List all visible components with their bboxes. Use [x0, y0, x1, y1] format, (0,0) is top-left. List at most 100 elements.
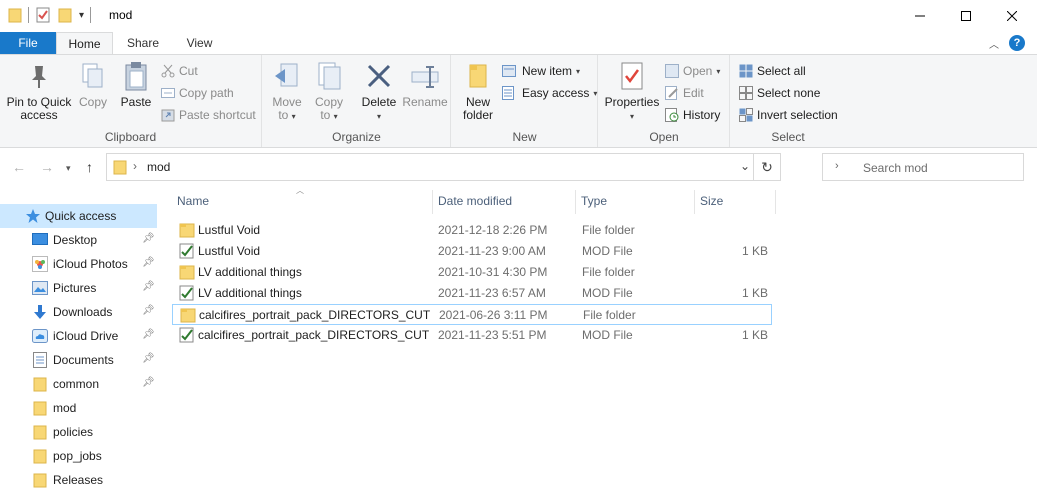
- forward-arrow-icon[interactable]: →: [40, 159, 54, 175]
- close-button[interactable]: [989, 0, 1035, 32]
- nav-item-pictures[interactable]: Pictures 📌︎: [0, 276, 157, 300]
- open-button[interactable]: Open ▾: [665, 61, 720, 81]
- address-dropdown-icon[interactable]: ⌄: [740, 159, 750, 173]
- properties-button[interactable]: Properties ▾: [603, 59, 661, 123]
- recent-locations-icon[interactable]: ▾: [66, 163, 71, 174]
- up-arrow-icon[interactable]: ↑: [86, 159, 93, 175]
- column-header-date[interactable]: Date modified: [433, 188, 575, 214]
- open-icon: [665, 64, 679, 78]
- photos-icon: [32, 256, 48, 272]
- history-button[interactable]: History: [665, 105, 720, 125]
- nav-item-quick-access[interactable]: Quick access: [0, 204, 157, 228]
- tab-share[interactable]: Share: [113, 32, 173, 54]
- customize-toolbar-icon[interactable]: ▾: [79, 10, 84, 21]
- select-all-label: Select all: [757, 64, 806, 78]
- file-row[interactable]: LV additional things 2021-10-31 4:30 PM …: [172, 262, 772, 283]
- delete-button[interactable]: Delete ▾: [359, 59, 399, 123]
- pin-to-quick-access-button[interactable]: Pin to Quick access: [4, 59, 74, 122]
- rename-label: Rename: [402, 95, 448, 109]
- select-group-label: Select: [771, 130, 805, 144]
- file-name: LV additional things: [198, 265, 302, 279]
- new-folder-button[interactable]: New folder: [460, 59, 496, 122]
- delete-icon: [367, 64, 391, 88]
- paste-button[interactable]: Paste: [116, 59, 156, 109]
- file-name: calcifires_portrait_pack_DIRECTORS_CUT: [198, 328, 430, 342]
- scissors-icon: [161, 64, 175, 78]
- edit-button[interactable]: Edit: [665, 83, 704, 103]
- nav-item-desktop[interactable]: Desktop 📌︎: [0, 228, 157, 252]
- invert-selection-label: Invert selection: [757, 108, 838, 122]
- mod-file-icon: [179, 327, 194, 343]
- back-arrow-icon[interactable]: ←: [12, 159, 26, 175]
- minimize-button[interactable]: [897, 0, 943, 32]
- column-divider[interactable]: [775, 190, 776, 214]
- clipboard-group: Pin to Quick access Copy Paste Cut Copy …: [0, 55, 262, 147]
- file-type: File folder: [583, 308, 636, 322]
- select-all-icon: [739, 64, 753, 78]
- maximize-button[interactable]: [943, 0, 989, 32]
- file-date: 2021-06-26 3:11 PM: [439, 308, 548, 322]
- nav-item-documents[interactable]: Documents 📌︎: [0, 348, 157, 372]
- organize-group: Move to ▾ Copy to ▾ Delete ▾ Rename Orga…: [263, 55, 451, 147]
- new-item-button[interactable]: New item ▾: [502, 61, 580, 81]
- rename-button[interactable]: Rename: [401, 59, 449, 109]
- select-all-button[interactable]: Select all: [739, 61, 806, 81]
- invert-selection-button[interactable]: Invert selection: [739, 105, 838, 125]
- ribbon: Pin to Quick access Copy Paste Cut Copy …: [0, 54, 1037, 148]
- new-item-label: New item: [522, 64, 573, 78]
- column-header-size[interactable]: Size: [695, 188, 775, 214]
- copy-label: Copy: [78, 95, 107, 109]
- column-header-name[interactable]: Name: [172, 188, 432, 214]
- breadcrumb-mod[interactable]: mod: [147, 160, 170, 174]
- folder-icon: [8, 8, 22, 23]
- collapse-ribbon-icon[interactable]: ︿: [989, 36, 999, 51]
- search-box[interactable]: › Search mod: [822, 153, 1024, 181]
- delete-label: Delete: [361, 95, 397, 109]
- help-icon[interactable]: ?: [1009, 35, 1025, 51]
- divider: [28, 7, 29, 23]
- tab-file[interactable]: File: [0, 32, 56, 54]
- nav-item-common[interactable]: common 📌︎: [0, 372, 157, 396]
- cut-button[interactable]: Cut: [161, 61, 198, 81]
- pin-icon: 📌︎: [142, 305, 155, 316]
- breadcrumb-chevron-icon[interactable]: ›: [133, 159, 137, 173]
- column-header-type[interactable]: Type: [576, 188, 694, 214]
- file-date: 2021-11-23 9:00 AM: [438, 244, 546, 258]
- new-folder-icon[interactable]: [57, 7, 73, 23]
- dropdown-arrow-icon: ▾: [593, 88, 598, 98]
- paste-shortcut-icon: [161, 109, 175, 122]
- properties-icon[interactable]: [35, 7, 51, 23]
- easy-access-icon: [502, 86, 514, 100]
- file-date: 2021-11-23 6:57 AM: [438, 286, 546, 300]
- properties-label: Properties: [604, 95, 660, 109]
- copy-to-button[interactable]: Copy to ▾: [311, 59, 347, 123]
- address-bar[interactable]: › mod ⌄ ↻: [106, 153, 781, 181]
- nav-item-policies[interactable]: policies: [0, 420, 157, 444]
- select-none-button[interactable]: Select none: [739, 83, 820, 103]
- nav-item-downloads[interactable]: Downloads 📌︎: [0, 300, 157, 324]
- easy-access-button[interactable]: Easy access ▾: [502, 83, 597, 103]
- copy-button[interactable]: Copy: [76, 59, 110, 109]
- file-size: 1 KB: [741, 244, 768, 258]
- nav-item-mod[interactable]: mod: [0, 396, 157, 420]
- tab-view[interactable]: View: [173, 32, 226, 54]
- nav-item-icloud-drive[interactable]: iCloud Drive 📌︎: [0, 324, 157, 348]
- nav-item-releases[interactable]: Releases: [0, 468, 157, 492]
- file-row[interactable]: Lustful Void 2021-12-18 2:26 PM File fol…: [172, 220, 772, 241]
- refresh-button[interactable]: ↻: [753, 154, 780, 180]
- paste-shortcut-button[interactable]: Paste shortcut: [161, 105, 256, 125]
- file-type: MOD File: [582, 286, 633, 300]
- tab-home[interactable]: Home: [56, 32, 113, 55]
- file-row[interactable]: LV additional things 2021-11-23 6:57 AM …: [172, 283, 772, 304]
- history-label: History: [683, 108, 721, 122]
- star-icon: [25, 208, 41, 224]
- file-row[interactable]: Lustful Void 2021-11-23 9:00 AM MOD File…: [172, 241, 772, 262]
- nav-item-pop-jobs[interactable]: pop_jobs: [0, 444, 157, 468]
- copy-path-button[interactable]: Copy path: [161, 83, 234, 103]
- file-date: 2021-12-18 2:26 PM: [438, 223, 548, 237]
- file-row-focused[interactable]: calcifires_portrait_pack_DIRECTORS_CUT 2…: [172, 304, 772, 325]
- mod-file-icon: [179, 285, 194, 301]
- nav-item-icloud-photos[interactable]: iCloud Photos 📌︎: [0, 252, 157, 276]
- file-row[interactable]: calcifires_portrait_pack_DIRECTORS_CUT 2…: [172, 325, 772, 346]
- move-to-button[interactable]: Move to ▾: [269, 59, 305, 123]
